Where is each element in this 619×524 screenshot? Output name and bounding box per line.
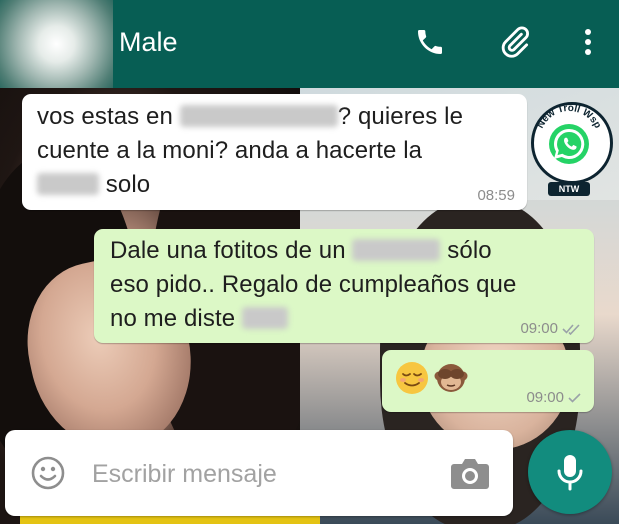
message-time: 09:00 (526, 389, 564, 406)
message-bubble-incoming[interactable]: vos estas en ? quieres le cuente a la mo… (22, 94, 527, 210)
message-bubble-outgoing[interactable]: 09:00 (382, 350, 594, 412)
message-time: 08:59 (477, 187, 515, 204)
blurred-text (37, 173, 99, 195)
call-icon[interactable] (408, 22, 452, 62)
message-meta: 09:00 (526, 389, 582, 406)
relieved-face-emoji (396, 362, 428, 394)
contact-avatar[interactable] (0, 0, 113, 88)
message-meta: 09:00 (520, 320, 582, 337)
emoji-icon[interactable] (29, 454, 67, 492)
voice-record-button[interactable] (528, 430, 612, 514)
message-bubble-outgoing[interactable]: Dale una fotitos de un sólo eso pido.. R… (94, 229, 594, 343)
chat-header: Male (0, 0, 619, 88)
message-text: Dale una fotitos de un sólo eso pido.. R… (110, 237, 517, 332)
camera-icon[interactable] (448, 454, 492, 492)
message-meta: 08:59 (477, 187, 515, 204)
attach-icon[interactable] (493, 22, 537, 62)
message-input[interactable]: Escribir mensaje (92, 457, 277, 491)
see-no-evil-monkey-emoji (434, 364, 468, 392)
blurred-text (179, 105, 338, 127)
blurred-text (352, 239, 441, 261)
message-composer[interactable]: Escribir mensaje (5, 430, 513, 516)
contact-name[interactable]: Male (119, 26, 178, 58)
badge-label: NTW (548, 182, 590, 196)
mic-icon (557, 455, 583, 491)
single-check-icon (568, 392, 581, 403)
message-time: 09:00 (520, 320, 558, 337)
watermark-badge: New Troll Wsp NTW (528, 96, 613, 200)
message-text: vos estas en ? quieres le cuente a la mo… (37, 103, 464, 198)
more-options-icon[interactable] (566, 22, 610, 62)
double-check-icon (562, 323, 580, 335)
blurred-text (241, 307, 288, 329)
